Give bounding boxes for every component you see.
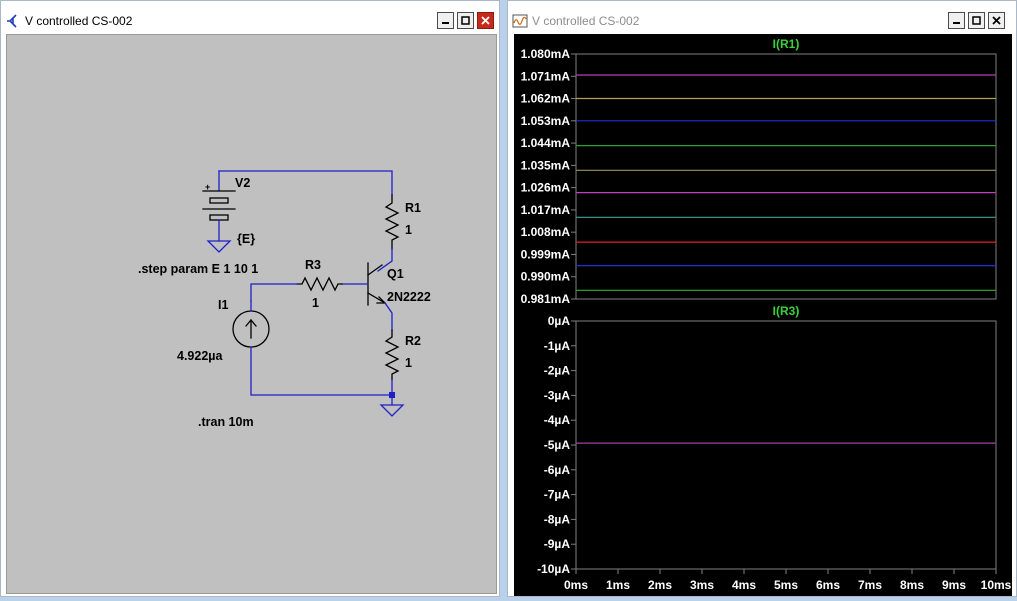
restore-button[interactable] <box>968 12 985 29</box>
minimize-icon <box>442 22 449 24</box>
r3-name: R3 <box>305 258 321 272</box>
ground-main-icon <box>379 404 405 417</box>
waveform-window-title: V controlled CS-002 <box>532 14 640 28</box>
x-tick-label: 7ms <box>858 578 882 592</box>
waveform-icon <box>512 14 528 28</box>
q1-model: 2N2222 <box>387 290 431 304</box>
restore-icon <box>461 16 470 25</box>
y-tick-label: 1.071mA <box>521 69 571 83</box>
schematic-window[interactable]: V controlled CS-002 + V2 {E} R1 1 R3 1 .… <box>0 0 500 597</box>
waveform-window[interactable]: V controlled CS-002 I(R1) 1.080mA 1.071mA 1… <box>507 0 1017 597</box>
minimize-icon <box>953 22 960 24</box>
restore-button[interactable] <box>457 12 474 29</box>
plot-frame-r1 <box>575 53 997 300</box>
x-tick-label: 2ms <box>648 578 672 592</box>
y-tick-label: 0.999mA <box>521 247 571 261</box>
r2-name: R2 <box>405 334 421 348</box>
x-tick-label: 0ms <box>564 578 588 592</box>
x-tick-label: 3ms <box>690 578 714 592</box>
x-tick-label: 8ms <box>900 578 924 592</box>
y-tick-label: 1.035mA <box>521 158 571 172</box>
schematic-canvas[interactable]: + V2 {E} R1 1 R3 1 .step param E 1 10 1 … <box>6 34 497 594</box>
r1-name: R1 <box>405 201 421 215</box>
y-tick-label: -1µA <box>544 339 571 353</box>
i1-arrow-icon <box>245 318 257 339</box>
x-tick-label: 1ms <box>606 578 630 592</box>
y-tick-label: -4µA <box>544 413 571 427</box>
wire-q1-r2 <box>384 302 393 331</box>
r2-value: 1 <box>405 356 412 370</box>
q1-transistor <box>367 262 387 306</box>
y-tick-label: 1.017mA <box>521 203 571 217</box>
r1-value: 1 <box>405 223 412 237</box>
x-tick-label: 9ms <box>942 578 966 592</box>
y-tick-label: 0.981mA <box>521 292 571 306</box>
close-icon <box>481 16 490 25</box>
node-junction <box>389 392 395 398</box>
close-icon <box>992 16 1001 25</box>
y-tick-label: 1.008mA <box>521 225 571 239</box>
wire-i1-bottom <box>250 346 393 396</box>
waveform-plots[interactable]: I(R1) 1.080mA 1.071mA 1.062mA 1.053mA 1.044mA… <box>514 34 1012 596</box>
ground-v2-icon <box>206 240 232 253</box>
schematic-drawing[interactable]: + V2 {E} R1 1 R3 1 .step param E 1 10 1 … <box>7 35 498 595</box>
close-button[interactable] <box>988 12 1005 29</box>
y-tick-label: 1.026mA <box>521 181 571 195</box>
x-tick-label: 4ms <box>732 578 756 592</box>
schematic-icon <box>7 14 17 28</box>
y-tick-label: 0.990mA <box>521 270 571 284</box>
restore-icon <box>972 16 981 25</box>
y-tick-label: 1.062mA <box>521 92 571 106</box>
waveform-title-bar[interactable]: V controlled CS-002 <box>508 1 1016 33</box>
waveform-canvas[interactable]: I(R1) 1.080mA 1.071mA 1.062mA 1.053mA 1.044mA… <box>514 34 1012 596</box>
close-button[interactable] <box>477 12 494 29</box>
x-tick-label: 10ms <box>981 578 1012 592</box>
y-tick-label: -7µA <box>544 488 571 502</box>
y-tick-label: 1.044mA <box>521 136 571 150</box>
y-tick-label: 1.080mA <box>521 47 571 61</box>
minimize-button[interactable] <box>948 12 965 29</box>
schematic-window-title: V controlled CS-002 <box>25 14 133 28</box>
schematic-title-bar[interactable]: V controlled CS-002 <box>1 1 499 33</box>
x-tick-label: 5ms <box>774 578 798 592</box>
trace-label-r3: I(R3) <box>773 304 800 318</box>
v2-name: V2 <box>235 176 250 190</box>
y-tick-label: 1.053mA <box>521 114 571 128</box>
y-tick-label: 0µA <box>548 314 571 328</box>
r1-resistor <box>384 194 400 250</box>
v2-polarity: + <box>205 182 210 192</box>
r3-value: 1 <box>312 296 319 310</box>
plot-frame-r3 <box>575 320 997 570</box>
i1-name: I1 <box>218 298 228 312</box>
q1-name: Q1 <box>387 267 404 281</box>
v2-value: {E} <box>237 232 255 246</box>
i1-value: 4.922µa <box>177 349 223 363</box>
y-tick-label: -6µA <box>544 463 571 477</box>
y-tick-label: -10µA <box>537 562 570 576</box>
y-tick-label: -5µA <box>544 438 571 452</box>
r2-resistor <box>384 329 400 381</box>
y-tick-label: -3µA <box>544 388 571 402</box>
r3-resistor <box>296 276 343 292</box>
minimize-button[interactable] <box>437 12 454 29</box>
v2-battery-symbol <box>202 190 236 221</box>
y-tick-label: -8µA <box>544 512 571 526</box>
x-tick-label: 6ms <box>816 578 840 592</box>
step-directive: .step param E 1 10 1 <box>138 262 258 276</box>
tran-directive: .tran 10m <box>198 415 254 429</box>
wire-i1-r3 <box>250 283 298 302</box>
y-tick-label: -2µA <box>544 364 571 378</box>
y-tick-label: -9µA <box>544 537 571 551</box>
trace-label-r1: I(R1) <box>773 37 800 51</box>
